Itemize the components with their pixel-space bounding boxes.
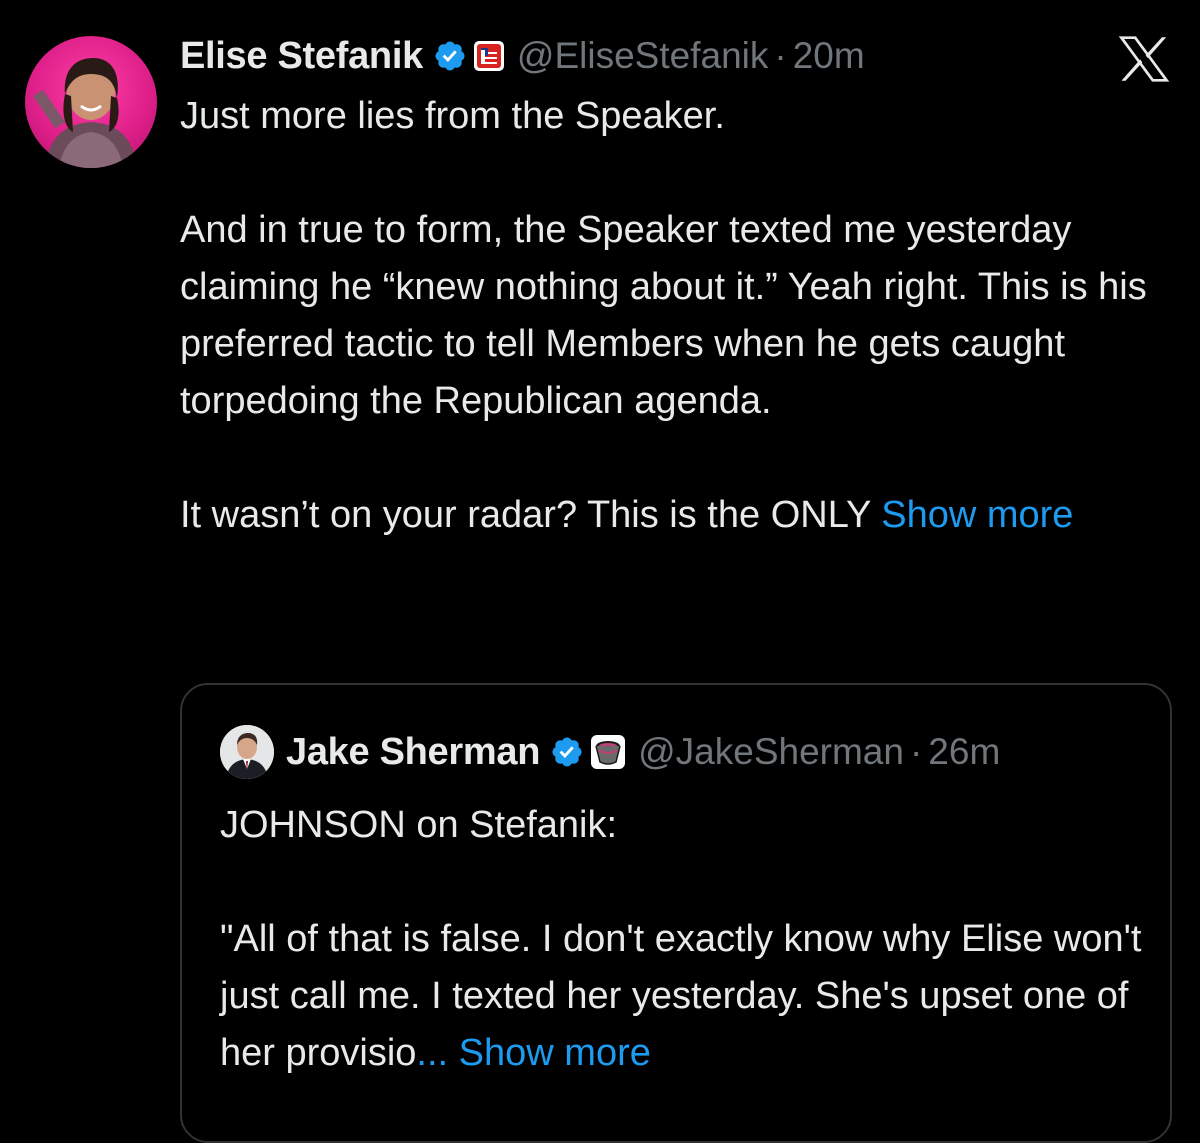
quoted-author-name[interactable]: Jake Sherman bbox=[286, 731, 540, 774]
tweet-timestamp[interactable]: 20m bbox=[793, 35, 865, 77]
separator-dot: · bbox=[909, 731, 923, 772]
quoted-tweet-paragraph-text: "All of that is false. I don't exactly k… bbox=[220, 918, 1142, 1074]
quoted-avatar-photo bbox=[220, 725, 274, 779]
separator-dot: · bbox=[774, 35, 787, 76]
flag-badge-icon[interactable] bbox=[473, 40, 505, 72]
quoted-tweet[interactable]: Jake Sherman @JakeSherman · 26m JOHNSON … bbox=[180, 683, 1172, 1143]
tweet-paragraph: It wasn’t on your radar? This is the ONL… bbox=[180, 487, 1170, 544]
tweet-paragraph-text: It wasn’t on your radar? This is the ONL… bbox=[180, 494, 882, 536]
quoted-tweet-paragraph: JOHNSON on Stefanik: bbox=[220, 804, 618, 846]
quoted-tweet-paragraph: "All of that is false. I don't exactly k… bbox=[220, 911, 1150, 1082]
tweet-paragraph: Just more lies from the Speaker. bbox=[180, 95, 725, 137]
quoted-tweet-body: JOHNSON on Stefanik: "All of that is fal… bbox=[220, 797, 1150, 1082]
tweet-body: Just more lies from the Speaker. And in … bbox=[180, 88, 1170, 544]
author-avatar[interactable] bbox=[25, 36, 157, 168]
quoted-author-handle[interactable]: @JakeSherman bbox=[638, 731, 904, 773]
x-logo-icon bbox=[1118, 36, 1170, 82]
avatar-photo bbox=[33, 58, 137, 168]
tweet-paragraph: And in true to form, the Speaker texted … bbox=[180, 209, 1147, 422]
author-name[interactable]: Elise Stefanik bbox=[180, 35, 423, 78]
ellipsis: ... bbox=[416, 1032, 449, 1074]
affiliate-badge-icon[interactable] bbox=[590, 734, 626, 770]
tweet-header: Elise Stefanik @EliseStefanik · 20m bbox=[180, 30, 865, 82]
quoted-tweet-timestamp[interactable]: 26m bbox=[928, 731, 1000, 773]
show-more-link[interactable]: Show more bbox=[459, 1032, 651, 1074]
verified-badge-icon[interactable] bbox=[433, 39, 467, 73]
quoted-tweet-header: Jake Sherman @JakeSherman · 26m bbox=[220, 725, 1000, 779]
author-handle[interactable]: @EliseStefanik bbox=[517, 35, 768, 77]
show-more-link[interactable]: Show more bbox=[881, 494, 1073, 536]
verified-badge-icon[interactable] bbox=[550, 735, 584, 769]
quoted-author-avatar[interactable] bbox=[220, 725, 274, 779]
